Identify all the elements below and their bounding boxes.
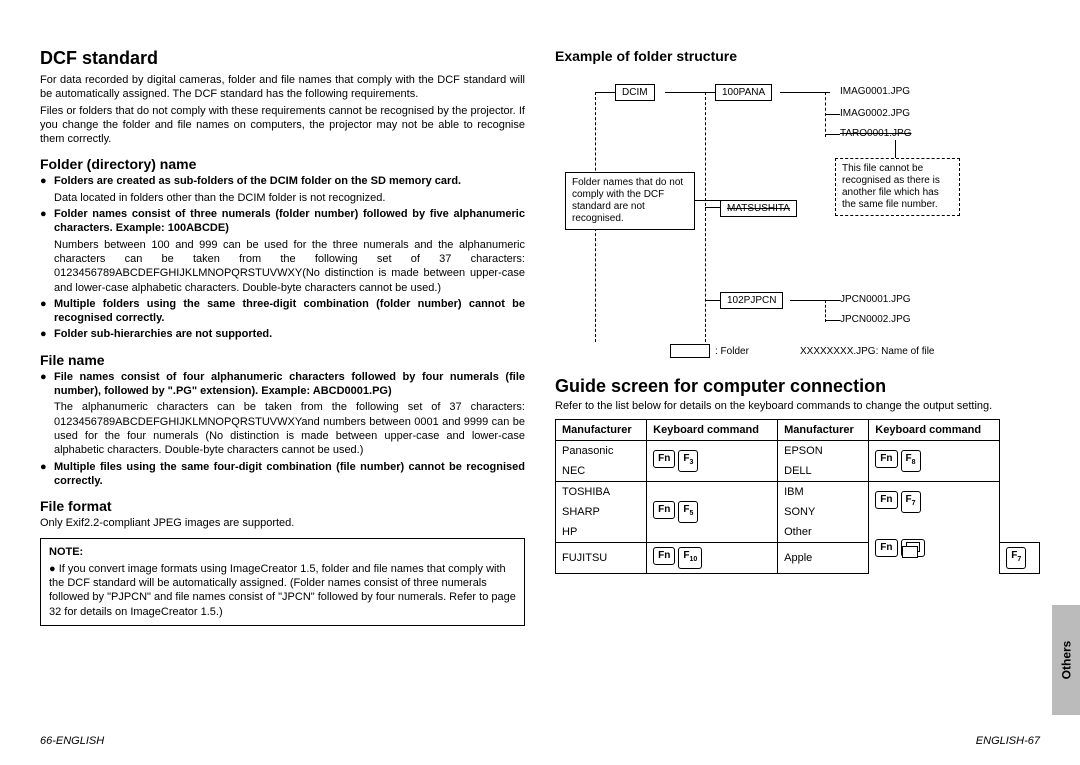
folder-sub1: Data located in folders other than the D…: [40, 191, 525, 205]
table-cell-keyboard: F7: [1000, 543, 1040, 574]
table-cell-keyboard: FnF8: [869, 441, 1000, 482]
left-column: DCF standard For data recorded by digita…: [40, 48, 525, 626]
note-box: NOTE: ● If you convert image formats usi…: [40, 538, 525, 625]
folder-102pjpcn: 102PJPCN: [720, 292, 783, 309]
footer-left: 66-ENGLISH: [40, 735, 104, 747]
dcf-intro1: For data recorded by digital cameras, fo…: [40, 73, 525, 102]
folder-diagram: DCIM 100PANA IMAG0001.JPG IMAG0002.JPG T…: [555, 72, 1040, 362]
folder-bullet-4: ●Folder sub-hierarchies are not supporte…: [54, 327, 525, 341]
folder-bullet-2: ●Folder names consist of three numerals …: [54, 207, 525, 236]
example-heading: Example of folder structure: [555, 48, 1040, 64]
callout-left: Folder names that do not comply with the…: [565, 172, 695, 230]
callout-right: This file cannot be recognised as there …: [835, 158, 960, 216]
th-manufacturer-1: Manufacturer: [556, 420, 647, 441]
table-cell-manufacturer: Panasonic: [556, 441, 647, 462]
table-cell-manufacturer: EPSON: [778, 441, 869, 462]
th-keyboard-2: Keyboard command: [869, 420, 1000, 441]
note-title: NOTE:: [49, 545, 516, 559]
dcf-heading: DCF standard: [40, 48, 525, 69]
file-heading: File name: [40, 352, 525, 368]
table-cell-manufacturer: FUJITSU: [556, 543, 647, 574]
legend-file: XXXXXXXX.JPG: Name of file: [800, 346, 935, 357]
table-cell-manufacturer: SONY: [778, 502, 869, 522]
guide-text: Refer to the list below for details on t…: [555, 399, 1040, 413]
table-cell-keyboard: FnF10: [647, 543, 778, 574]
file-sub1: The alphanumeric characters can be taken…: [40, 400, 525, 457]
file-jpcn0001: JPCN0001.JPG: [840, 294, 911, 305]
file-imag0002: IMAG0002.JPG: [840, 108, 910, 119]
side-tab-others: Others: [1052, 605, 1080, 715]
guide-heading: Guide screen for computer connection: [555, 376, 1040, 397]
table-cell-keyboard: FnF7: [869, 482, 1000, 523]
dcf-intro2: Files or folders that do not comply with…: [40, 104, 525, 147]
folder-100pana: 100PANA: [715, 84, 772, 101]
file-imag0001: IMAG0001.JPG: [840, 86, 910, 97]
table-cell-manufacturer: Apple: [778, 543, 869, 574]
table-cell-keyboard: FnF5: [647, 482, 778, 543]
table-cell-keyboard: Fn: [869, 522, 1000, 574]
footer-right: ENGLISH-67: [976, 735, 1040, 747]
keyboard-table: Manufacturer Keyboard command Manufactur…: [555, 419, 1040, 574]
file-bullet-1: ●File names consist of four alphanumeric…: [54, 370, 525, 399]
table-cell-manufacturer: HP: [556, 522, 647, 543]
table-cell-keyboard: FnF3: [647, 441, 778, 482]
file-bullet-2: ●Multiple files using the same four-digi…: [54, 460, 525, 489]
table-cell-manufacturer: Other: [778, 522, 869, 543]
right-column: Example of folder structure DCIM 100PANA…: [555, 48, 1040, 626]
table-cell-manufacturer: IBM: [778, 482, 869, 503]
th-keyboard-1: Keyboard command: [647, 420, 778, 441]
format-text: Only Exif2.2-compliant JPEG images are s…: [40, 516, 525, 530]
legend-folder: : Folder: [715, 346, 749, 357]
folder-sub2: Numbers between 100 and 999 can be used …: [40, 238, 525, 295]
folder-heading: Folder (directory) name: [40, 156, 525, 172]
table-cell-manufacturer: DELL: [778, 461, 869, 482]
table-cell-manufacturer: SHARP: [556, 502, 647, 522]
note-body: ● If you convert image formats using Ima…: [49, 562, 516, 619]
folder-bullet-1: ●Folders are created as sub-folders of t…: [54, 174, 525, 188]
th-manufacturer-2: Manufacturer: [778, 420, 869, 441]
file-jpcn0002: JPCN0002.JPG: [840, 314, 911, 325]
format-heading: File format: [40, 498, 525, 514]
folder-bullet-3: ●Multiple folders using the same three-d…: [54, 297, 525, 326]
dcim-box: DCIM: [615, 84, 655, 101]
table-cell-manufacturer: NEC: [556, 461, 647, 482]
file-taro0001: TARO0001.JPG: [840, 128, 912, 139]
folder-matsushita: MATSUSHITA: [720, 200, 797, 217]
legend-folder-box: [670, 344, 710, 358]
table-cell-manufacturer: TOSHIBA: [556, 482, 647, 503]
